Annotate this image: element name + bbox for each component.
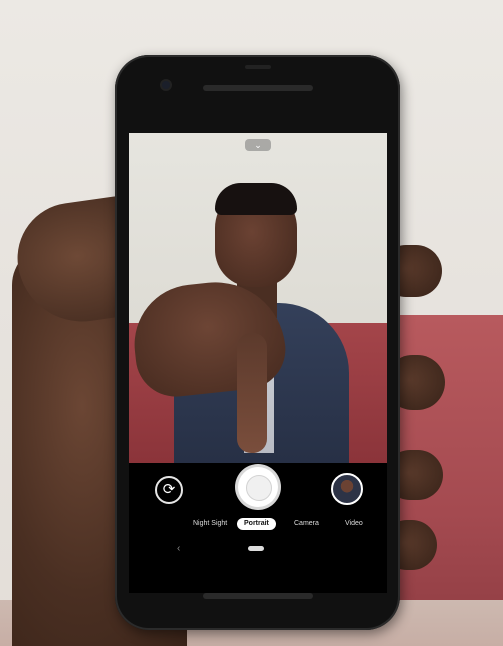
- chevron-down-icon[interactable]: ⌄: [245, 139, 271, 151]
- home-pill-icon[interactable]: [248, 546, 264, 551]
- top-speaker: [203, 85, 313, 91]
- subject-pointing-finger: [237, 333, 267, 453]
- mode-selector: Night Sight Portrait Camera Video: [129, 515, 387, 533]
- front-camera: [162, 81, 170, 89]
- camera-controls: ⟳ Night Sight Portrait Camera Video ‹: [129, 463, 387, 593]
- back-icon[interactable]: ‹: [177, 543, 180, 554]
- shutter-icon: [246, 475, 272, 501]
- mode-night-sight[interactable]: Night Sight: [193, 518, 227, 530]
- mode-portrait[interactable]: Portrait: [237, 518, 276, 530]
- mode-video[interactable]: Video: [345, 518, 363, 530]
- mode-camera[interactable]: Camera: [294, 518, 319, 530]
- camera-viewfinder[interactable]: ⌄: [129, 133, 387, 463]
- switch-camera-icon[interactable]: ⟳: [155, 476, 183, 504]
- gallery-thumbnail[interactable]: [331, 473, 363, 505]
- photo-background: ⌄ ⟳ Night Sight Portrait Camera Video ‹: [0, 0, 503, 646]
- phone-screen: ⌄ ⟳ Night Sight Portrait Camera Video ‹: [129, 133, 387, 593]
- phone-device: ⌄ ⟳ Night Sight Portrait Camera Video ‹: [115, 55, 400, 630]
- shutter-button[interactable]: [238, 467, 278, 507]
- phone-sensor: [245, 65, 271, 69]
- bottom-speaker: [203, 593, 313, 599]
- subject-hair: [215, 183, 297, 215]
